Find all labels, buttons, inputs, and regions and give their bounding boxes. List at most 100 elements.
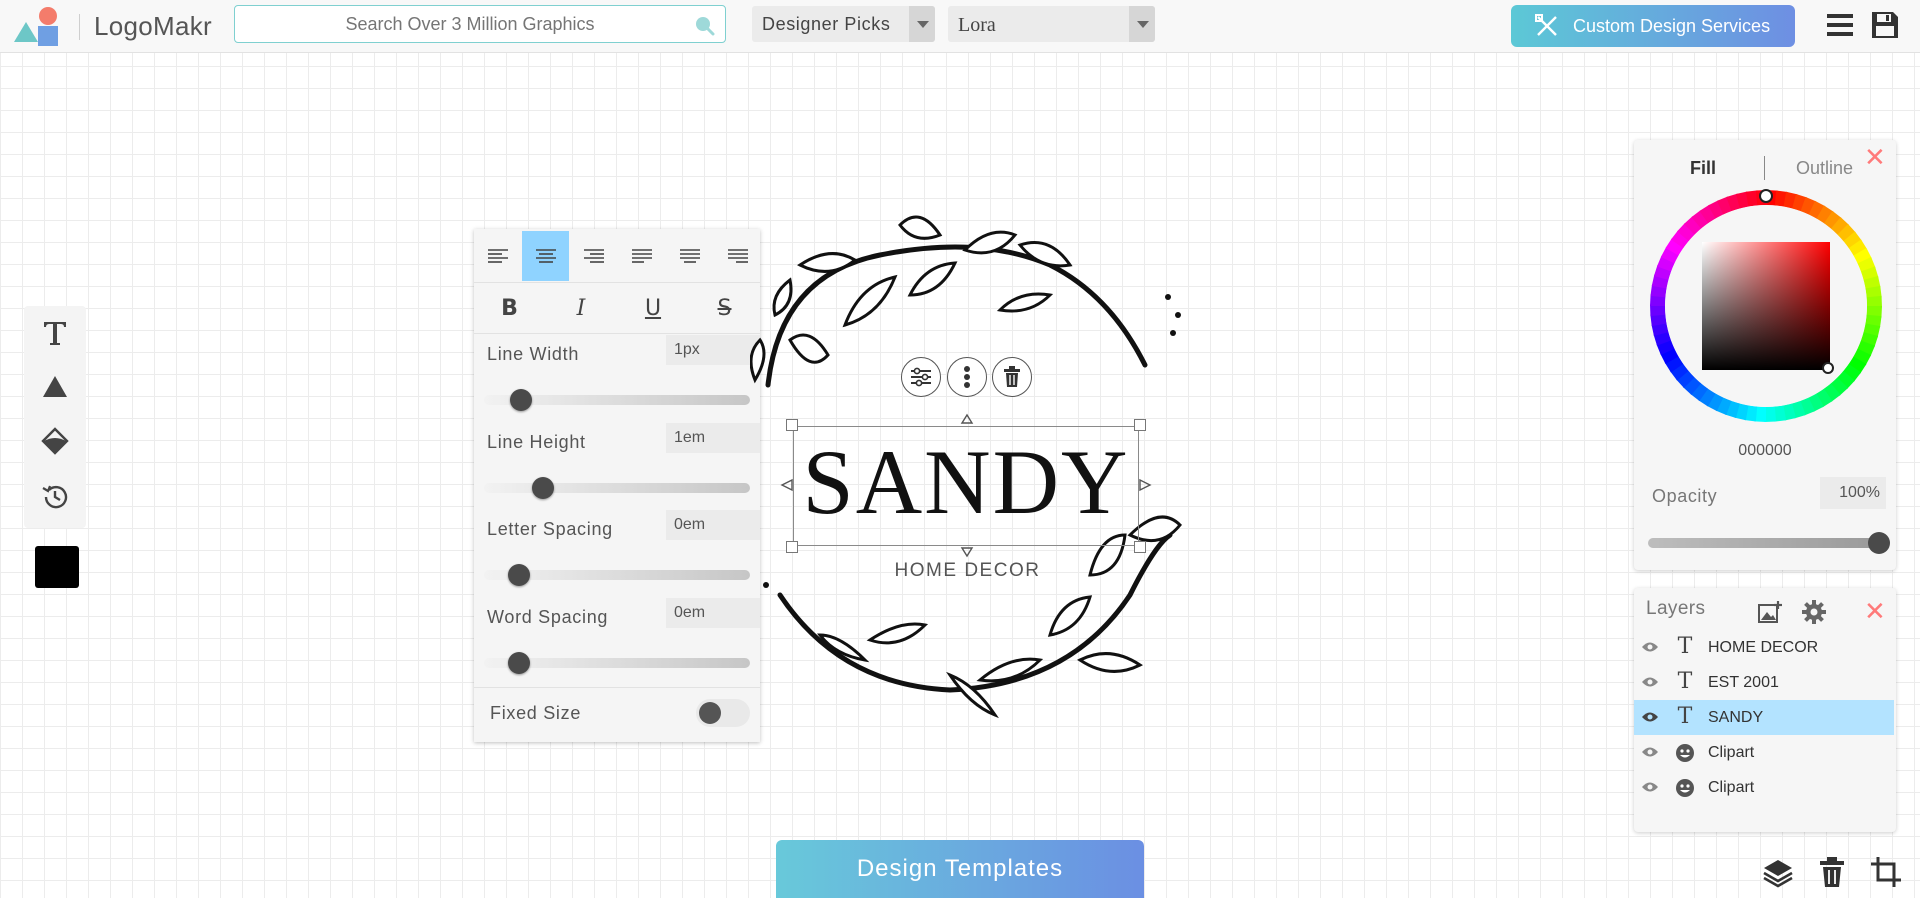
search-input[interactable] <box>235 6 675 42</box>
layer-name: HOME DECOR <box>1708 639 1819 656</box>
trash-icon[interactable] <box>1816 856 1848 888</box>
align-right-button[interactable] <box>570 231 617 281</box>
close-icon[interactable]: ✕ <box>1864 144 1886 170</box>
home-decor-text[interactable]: HOME DECOR <box>860 560 1075 582</box>
line-height-input[interactable] <box>666 423 760 453</box>
hue-ring-segment[interactable] <box>1866 295 1882 308</box>
color-panel: ✕ Fill Outline 000000 Opacity <box>1634 140 1896 570</box>
font-select[interactable]: Lora <box>948 6 1155 42</box>
layer-row[interactable]: T EST 2001 <box>1634 665 1894 700</box>
chevron-down-icon[interactable] <box>1129 6 1155 42</box>
more-icon <box>964 366 970 388</box>
letter-spacing-input[interactable] <box>666 510 760 540</box>
align-center-button[interactable] <box>522 231 569 281</box>
opacity-input[interactable] <box>1820 477 1886 509</box>
logomakr-logo-icon[interactable] <box>12 4 68 48</box>
trash-icon <box>1004 366 1020 387</box>
menu-icon[interactable] <box>1826 12 1854 38</box>
left-toolbar <box>24 306 86 528</box>
align-left-button[interactable] <box>474 231 521 281</box>
text-layer-icon: T <box>1677 634 1693 659</box>
layer-row-selected[interactable]: T SANDY <box>1634 700 1894 735</box>
more-options-button[interactable] <box>947 357 987 397</box>
letter-spacing-slider-knob[interactable] <box>507 564 530 586</box>
hue-ring-segment[interactable] <box>1650 304 1666 317</box>
logo-text[interactable]: LogoMakr <box>94 11 212 42</box>
word-spacing-slider-knob[interactable] <box>507 652 530 674</box>
design-templates-button[interactable]: Design Templates <box>776 840 1144 898</box>
resize-handle[interactable] <box>1134 419 1146 431</box>
hue-picker-handle[interactable] <box>1759 189 1773 203</box>
chevron-down-icon[interactable] <box>909 6 935 42</box>
settings-sliders-icon <box>911 367 931 387</box>
italic-button[interactable]: I <box>545 283 617 333</box>
custom-design-label: Custom Design Services <box>1573 16 1771 36</box>
resize-handle[interactable] <box>1134 541 1146 553</box>
toggle-knob[interactable] <box>699 702 721 724</box>
layer-name: EST 2001 <box>1708 674 1779 691</box>
search-icon[interactable] <box>693 14 715 36</box>
underline-button[interactable]: U <box>617 283 689 333</box>
tab-outline[interactable]: Outline <box>1796 158 1853 179</box>
resize-arrow-right-icon[interactable] <box>1138 478 1152 492</box>
color-picker-handle[interactable] <box>1822 362 1834 374</box>
fixed-size-toggle[interactable] <box>696 699 750 727</box>
resize-arrow-up-icon[interactable] <box>960 413 974 425</box>
layers-title: Layers <box>1646 598 1706 619</box>
shape-tool-icon[interactable] <box>40 372 70 402</box>
text-tool-icon[interactable] <box>40 318 70 348</box>
color-swatch[interactable] <box>35 546 79 588</box>
layer-row[interactable]: Clipart <box>1634 770 1894 805</box>
save-icon[interactable] <box>1870 10 1900 40</box>
layer-row[interactable]: T HOME DECOR <box>1634 630 1894 665</box>
align-right-icon <box>583 249 604 263</box>
opacity-label: Opacity <box>1652 486 1718 506</box>
crop-icon[interactable] <box>1870 856 1902 888</box>
line-width-label: Line Width <box>487 344 580 364</box>
line-width-input[interactable] <box>666 335 760 365</box>
font-name-label: Lora <box>958 14 996 36</box>
layers-panel: Layers ✕ T HOME DECOR T EST 2001 T SANDY… <box>1634 588 1896 832</box>
opacity-slider[interactable] <box>1648 538 1880 548</box>
resize-arrow-left-icon[interactable] <box>780 478 794 492</box>
add-image-icon[interactable] <box>1758 600 1784 624</box>
layer-name: Clipart <box>1708 744 1755 761</box>
word-spacing-input[interactable] <box>666 598 760 628</box>
tab-fill[interactable]: Fill <box>1690 158 1716 179</box>
line-height-slider-knob[interactable] <box>531 477 554 499</box>
justify-center-button[interactable] <box>666 231 713 281</box>
history-icon[interactable] <box>40 482 70 512</box>
designer-picks-select[interactable]: Designer Picks <box>752 6 935 42</box>
custom-design-services-button[interactable]: Custom Design Services <box>1511 5 1795 47</box>
bold-button[interactable]: B <box>474 283 545 333</box>
gear-icon[interactable] <box>1802 600 1826 624</box>
resize-handle[interactable] <box>786 419 798 431</box>
resize-handle[interactable] <box>786 541 798 553</box>
eye-icon[interactable] <box>1641 710 1659 724</box>
letter-spacing-label: Letter Spacing <box>487 519 613 539</box>
hex-value[interactable]: 000000 <box>1634 442 1896 460</box>
opacity-slider-knob[interactable] <box>1868 532 1890 554</box>
text-layer-icon: T <box>1677 704 1693 729</box>
fill-tool-icon[interactable] <box>40 426 70 456</box>
search-box[interactable] <box>234 5 726 43</box>
color-wheel[interactable] <box>1648 188 1884 424</box>
hue-ring-segment[interactable] <box>1764 406 1777 422</box>
layer-name: SANDY <box>1708 709 1764 726</box>
layer-row[interactable]: Clipart <box>1634 735 1894 770</box>
close-icon[interactable]: ✕ <box>1864 598 1886 624</box>
delete-element-button[interactable] <box>992 357 1032 397</box>
clipart-layer-icon <box>1676 744 1694 762</box>
eye-icon[interactable] <box>1641 780 1659 794</box>
line-width-slider-knob[interactable] <box>510 389 533 411</box>
eye-icon[interactable] <box>1641 745 1659 759</box>
sandy-text[interactable]: SANDY <box>793 432 1139 532</box>
eye-icon[interactable] <box>1641 675 1659 689</box>
layers-icon[interactable] <box>1762 856 1794 888</box>
line-height-slider[interactable] <box>484 483 750 493</box>
eye-icon[interactable] <box>1641 640 1659 654</box>
line-height-label: Line Height <box>487 432 586 452</box>
settings-button[interactable] <box>901 357 941 397</box>
justify-left-button[interactable] <box>618 231 665 281</box>
resize-arrow-down-icon[interactable] <box>960 546 974 558</box>
